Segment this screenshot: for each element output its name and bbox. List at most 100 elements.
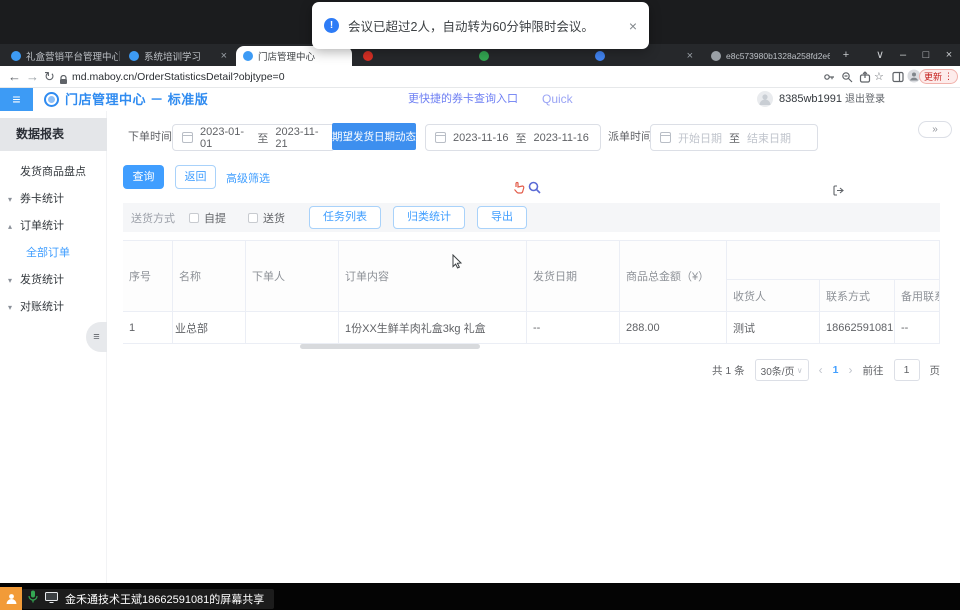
delivery-label[interactable]: 送货	[263, 210, 285, 226]
sidebar-item-coupon-stats[interactable]: ▾ 券卡统计	[0, 186, 107, 213]
tab-separator	[119, 51, 120, 61]
sidebar-item-shipment-inventory[interactable]: 发货商品盘点	[0, 159, 107, 186]
pickup-checkbox[interactable]	[189, 213, 199, 223]
site-favicon	[11, 51, 21, 61]
col-header-ship-date: 发货日期	[527, 241, 620, 311]
site-favicon	[595, 51, 605, 61]
site-favicon	[363, 51, 373, 61]
search-button[interactable]: 查询	[123, 165, 164, 189]
browser-tab-6[interactable]: ×	[588, 46, 700, 66]
share-icon[interactable]	[859, 70, 871, 88]
sidebar: 数据报表 发货商品盘点 ▾ 券卡统计 ▴ 订单统计 全部订单 ▾ 发货统计 ▾ …	[0, 111, 107, 583]
tab-search-icon[interactable]: ∨	[870, 45, 890, 65]
screen-share-bar: 金禾通技术王斌18662591081的屏幕共享	[0, 583, 960, 610]
orders-table: 序号 名称 下单人 订单内容 发货日期 商品总金额（¥） 收货人 联系方式 备用…	[123, 240, 940, 343]
horizontal-scrollbar[interactable]	[300, 344, 480, 349]
col-group-receiver	[727, 241, 940, 279]
date-separator: 至	[729, 130, 740, 146]
browser-tab-giftbox[interactable]: 礼盒营销平台管理中心 ×	[4, 46, 118, 66]
browser-tab-hash[interactable]: e8c573980b1328a258fd2e6i8 ×	[704, 46, 830, 66]
delivery-method-label: 送货方式	[131, 210, 175, 226]
row-cell-content: 1份XX生鲜羊肉礼盒3kg 礼盒	[339, 311, 527, 344]
back-button[interactable]: 返回	[175, 165, 216, 189]
row-cell-receiver: 测试	[727, 311, 820, 344]
browser-tab-training[interactable]: 系统培训学习 ×	[122, 46, 234, 66]
browser-tab-5[interactable]	[472, 46, 584, 66]
browser-tab-4[interactable]	[356, 46, 468, 66]
sidebar-collapse-handle[interactable]: ≡	[86, 322, 107, 352]
chevron-up-icon: ▴	[8, 213, 12, 240]
microphone-icon	[28, 590, 38, 608]
sidebar-item-label: 全部订单	[26, 240, 70, 267]
prev-page-button[interactable]: ‹	[819, 363, 823, 377]
expand-filters-button[interactable]: »	[918, 121, 952, 138]
col-header-receiver: 收货人	[727, 279, 820, 311]
page-unit-label: 页	[930, 363, 941, 378]
logout-link[interactable]: 退出登录	[845, 88, 885, 111]
chevron-down-icon: ∨	[797, 366, 803, 375]
task-list-button[interactable]: 任务列表	[309, 206, 381, 229]
export-button[interactable]: 导出	[477, 206, 527, 229]
tab-label: 系统培训学习	[144, 49, 201, 63]
tab-close-icon[interactable]: ×	[221, 50, 227, 62]
logout-icon[interactable]	[833, 183, 844, 201]
expected-ship-date-range-input[interactable]: 2023-11-16 至 2023-11-16	[425, 124, 601, 151]
page-size-select[interactable]: 30条/页 ∨	[755, 359, 809, 381]
current-page[interactable]: 1	[833, 364, 839, 376]
site-favicon	[479, 51, 489, 61]
hamburger-menu-button[interactable]: ≡	[0, 88, 33, 111]
app-title: 门店管理中心 － 标准版	[65, 88, 208, 111]
participant-icon[interactable]	[0, 587, 22, 610]
row-cell-amount: 288.00	[620, 311, 727, 344]
order-time-range-input[interactable]: 2023-01-01 至 2023-11-21	[172, 124, 335, 151]
window-maximize-button[interactable]: □	[916, 45, 936, 65]
tab-close-icon[interactable]: ×	[687, 50, 693, 62]
user-avatar	[757, 91, 773, 107]
delivery-checkbox[interactable]	[248, 213, 258, 223]
window-close-button[interactable]: ×	[939, 45, 959, 65]
share-status-text: 金禾通技术王斌18662591081的屏幕共享	[65, 591, 264, 607]
forward-icon[interactable]: →	[26, 66, 39, 88]
chrome-update-button[interactable]: 更新 ⋮	[919, 69, 958, 84]
zoom-icon[interactable]	[841, 70, 853, 88]
bookmark-star-icon[interactable]: ☆	[874, 66, 884, 88]
site-favicon	[129, 51, 139, 61]
advanced-filter-link[interactable]: 高级筛选	[226, 170, 270, 186]
reload-icon[interactable]: ↻	[44, 66, 55, 88]
new-tab-button[interactable]: +	[836, 45, 856, 65]
date-end-placeholder: 结束日期	[747, 130, 791, 146]
window-minimize-button[interactable]: –	[893, 45, 913, 65]
quick-label[interactable]: Quick	[542, 88, 573, 111]
sidebar-item-shipping-stats[interactable]: ▾ 发货统计	[0, 267, 107, 294]
dispatch-time-range-input[interactable]: 开始日期 至 结束日期	[650, 124, 818, 151]
row-cell-backup: --	[895, 311, 940, 344]
browser-tab-store-admin[interactable]: 门店管理中心	[236, 46, 352, 66]
sidebar-item-reconciliation-stats[interactable]: ▾ 对账统计	[0, 294, 107, 321]
date-end: 2023-11-21	[275, 126, 325, 150]
address-bar[interactable]: md.maboy.cn/OrderStatisticsDetail?objtyp…	[72, 66, 285, 88]
sidebar-item-order-stats[interactable]: ▴ 订单统计	[0, 213, 107, 240]
browser-toolbar: ← → ↻ md.maboy.cn/OrderStatisticsDetail?…	[0, 66, 960, 88]
date-separator: 至	[515, 130, 526, 146]
quick-coupon-entry-link[interactable]: 更快捷的券卡查询入口	[408, 88, 518, 111]
page-size-value: 30条/页	[761, 363, 795, 378]
side-panel-icon[interactable]	[892, 70, 904, 88]
notification-close-icon[interactable]: ×	[629, 18, 637, 34]
calendar-icon	[182, 132, 193, 143]
sidebar-item-label: 发货统计	[20, 267, 64, 294]
sidebar-item-all-orders[interactable]: 全部订单	[0, 240, 107, 267]
info-icon: !	[324, 18, 339, 33]
password-key-icon[interactable]	[823, 70, 835, 88]
next-page-button[interactable]: ›	[849, 363, 853, 377]
quick-search-icon[interactable]	[528, 181, 541, 199]
sidebar-item-label: 订单统计	[20, 213, 64, 240]
goto-page-input[interactable]	[894, 359, 920, 381]
back-icon[interactable]: ←	[8, 66, 21, 88]
classify-stats-button[interactable]: 归类统计	[393, 206, 465, 229]
sidebar-item-label: 对账统计	[20, 294, 64, 321]
col-header-orderer: 下单人	[246, 241, 339, 311]
tab-label: 门店管理中心	[258, 49, 315, 63]
kebab-menu-icon[interactable]: ⋮	[944, 71, 953, 82]
pickup-label[interactable]: 自提	[204, 210, 226, 226]
pointing-hand-icon	[512, 181, 525, 199]
